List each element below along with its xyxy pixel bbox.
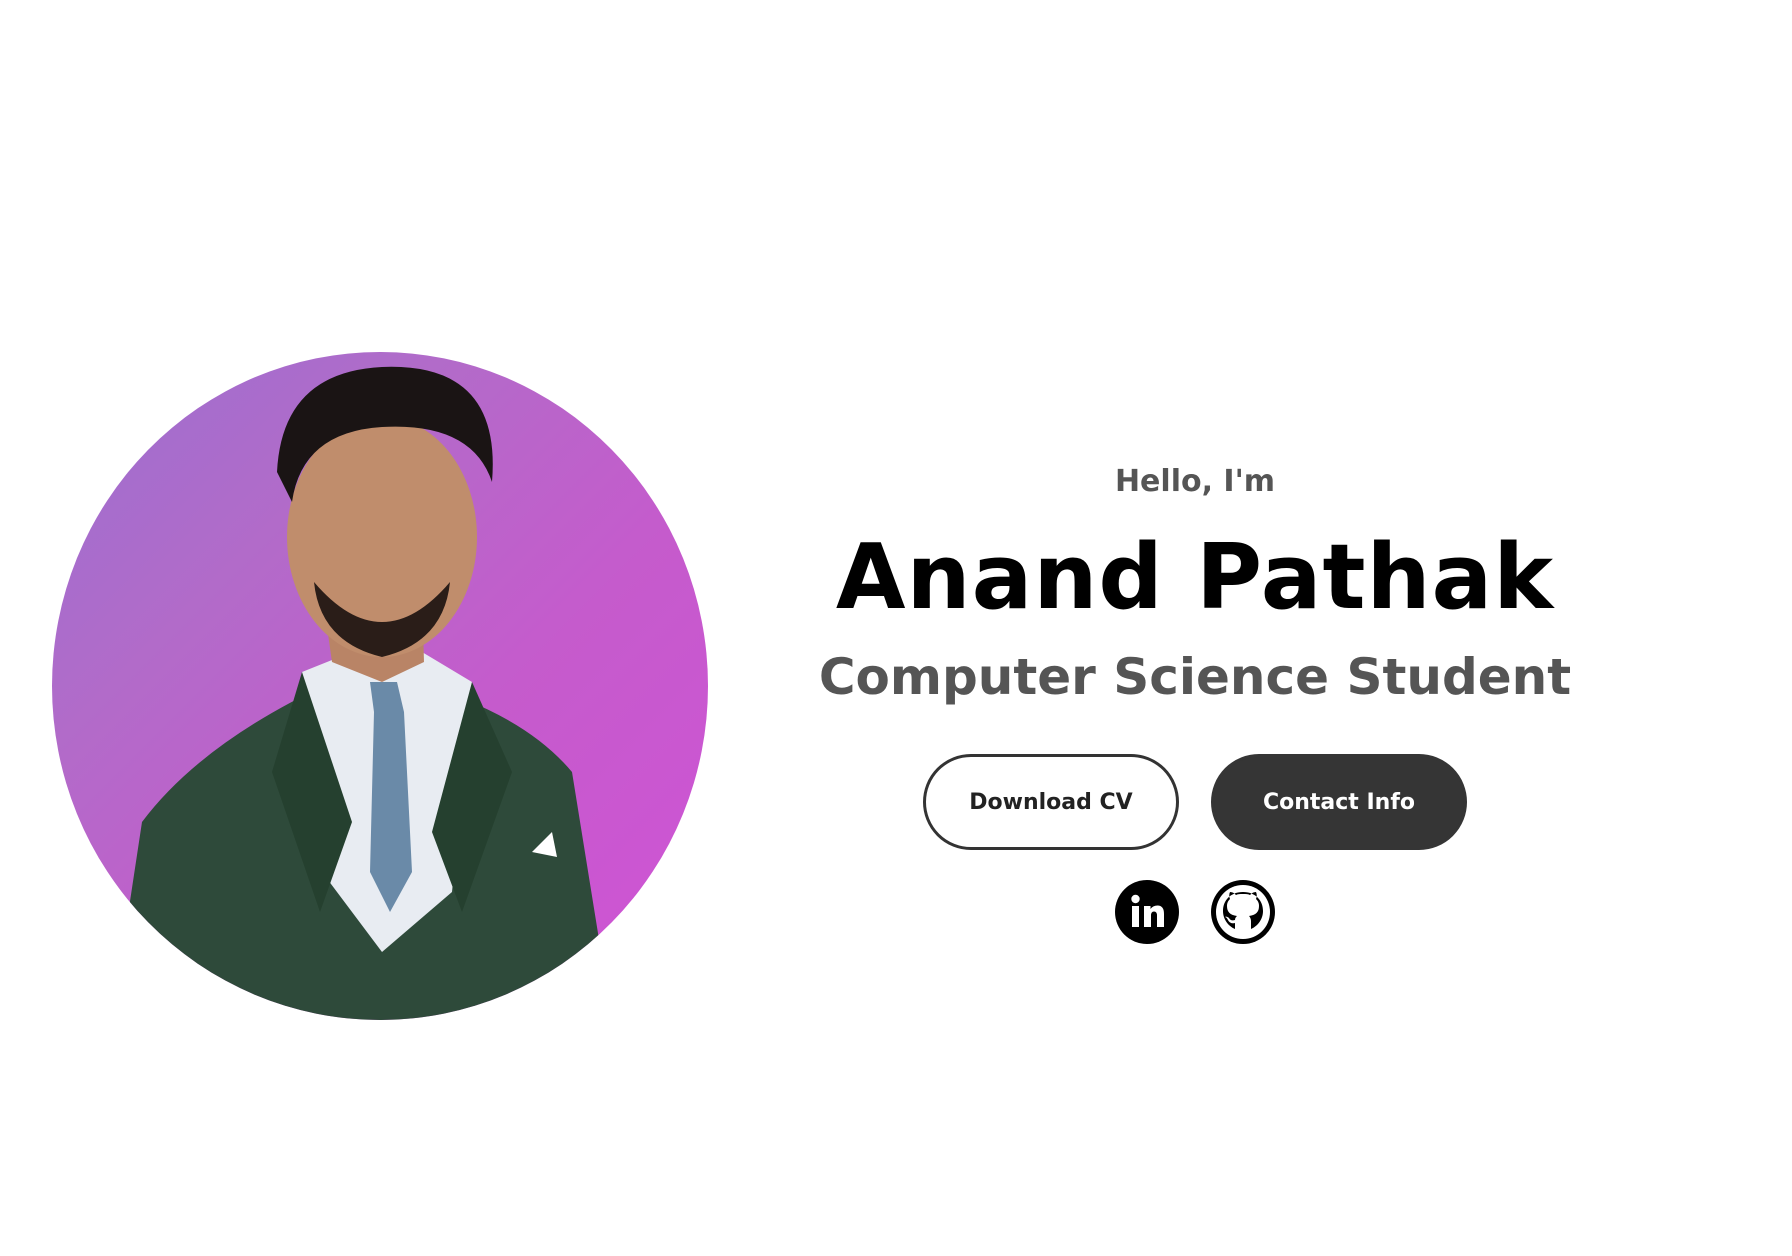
name-title: Anand Pathak (835, 525, 1555, 630)
download-cv-button[interactable]: Download CV (923, 754, 1179, 850)
greeting-text: Hello, I'm (1114, 464, 1276, 499)
github-icon[interactable] (1211, 880, 1275, 944)
intro-text: Hello, I'm Anand Pathak Computer Science… (780, 460, 1610, 944)
contact-info-button[interactable]: Contact Info (1211, 754, 1467, 850)
profile-photo (52, 352, 708, 1020)
linkedin-icon[interactable] (1115, 880, 1179, 944)
hero-section: Hello, I'm Anand Pathak Computer Science… (0, 0, 1792, 1256)
role-subtitle: Computer Science Student (818, 648, 1572, 706)
person-portrait-illustration (112, 366, 612, 1020)
social-links (780, 880, 1610, 944)
button-row: Download CV Contact Info (780, 754, 1610, 850)
